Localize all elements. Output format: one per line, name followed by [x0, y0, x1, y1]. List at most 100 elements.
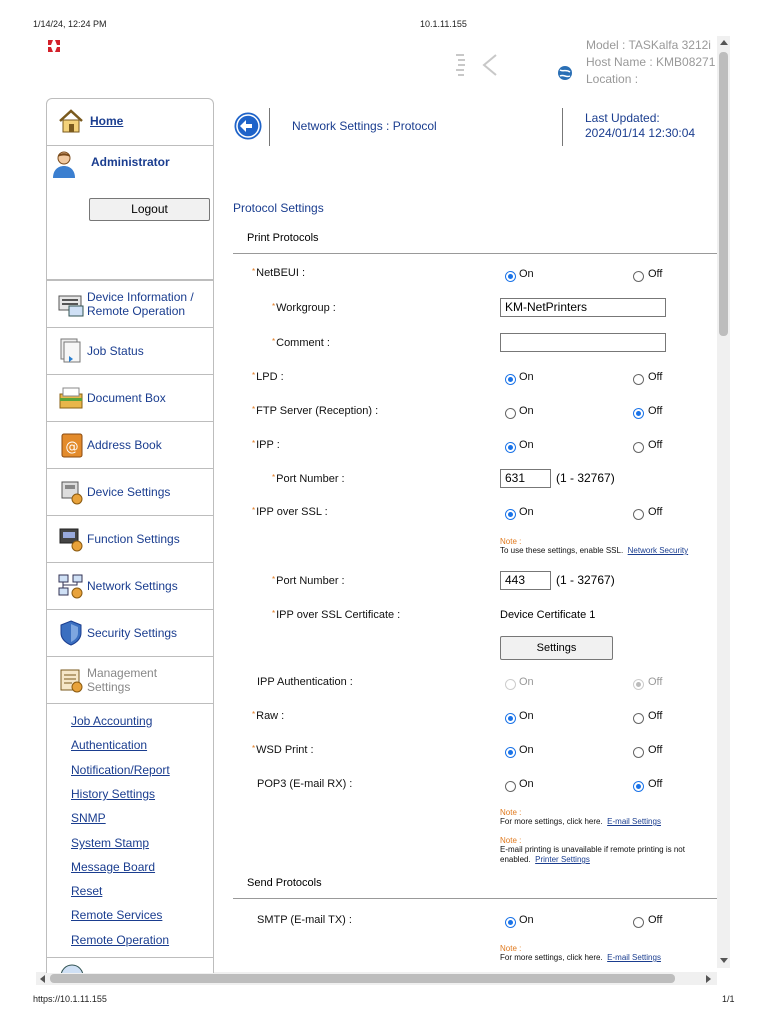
sidebar-item-management-settings[interactable]: Management Settings [47, 657, 213, 704]
submenu-notification-report[interactable]: Notification/Report [71, 763, 170, 777]
raw-on-radio[interactable] [505, 713, 516, 724]
last-updated-value: 2024/01/14 12:30:04 [585, 126, 696, 140]
ipp-ssl-off-radio[interactable] [633, 509, 644, 520]
ssl-port-range: (1 - 32767) [556, 573, 615, 587]
last-updated-label: Last Updated: [585, 111, 660, 125]
ipp-on-radio[interactable] [505, 442, 516, 453]
ssl-cert-settings-button[interactable]: Settings [500, 636, 613, 660]
comment-input[interactable] [500, 333, 666, 352]
ipp-auth-on-label: On [519, 676, 534, 688]
workgroup-input[interactable]: KM-NetPrinters [500, 298, 666, 317]
sidebar-item-label: Function Settings [87, 532, 180, 546]
lpd-on-radio[interactable] [505, 374, 516, 385]
sidebar-item-device-information[interactable]: Device Information / Remote Operation [47, 281, 213, 328]
horizontal-scroll-thumb[interactable] [50, 974, 675, 983]
submenu-job-accounting[interactable]: Job Accounting [71, 714, 152, 728]
address-book-icon: @ [57, 431, 85, 459]
print-datetime: 1/14/24, 12:24 PM [33, 19, 107, 29]
logout-button[interactable]: Logout [89, 198, 210, 221]
smtp-email-settings-link[interactable]: E-mail Settings [607, 953, 661, 962]
ftp-server-on-label: On [519, 405, 534, 417]
scroll-down-icon[interactable] [720, 958, 728, 963]
sidebar-item-label: Management Settings [87, 666, 158, 694]
print-footer-url: https://10.1.11.155 [33, 994, 107, 1004]
sidebar-item-function-settings[interactable]: Function Settings [47, 516, 213, 563]
netbeui-on-radio[interactable] [505, 271, 516, 282]
submenu-reset[interactable]: Reset [71, 884, 102, 898]
scroll-up-icon[interactable] [720, 40, 728, 45]
wsd-print-off-radio[interactable] [633, 747, 644, 758]
netbeui-off-radio[interactable] [633, 271, 644, 282]
ipp-off-radio[interactable] [633, 442, 644, 453]
vertical-scroll-thumb[interactable] [719, 52, 728, 336]
ssl-port-input[interactable]: 443 [500, 571, 551, 590]
pop3-note-title: Note : [500, 808, 522, 817]
breadcrumb: Network Settings : Protocol [292, 119, 437, 133]
comment-label: *Comment : [272, 337, 330, 349]
submenu-remote-operation[interactable]: Remote Operation [71, 933, 169, 947]
device-location: Location : [586, 72, 639, 86]
raw-off-radio[interactable] [633, 713, 644, 724]
sidebar-home[interactable]: Home [47, 99, 213, 146]
wsd-print-label: *WSD Print : [252, 744, 314, 756]
workgroup-label: *Workgroup : [272, 302, 336, 314]
sidebar-item-device-settings[interactable]: Device Settings [47, 469, 213, 516]
scroll-left-icon[interactable] [40, 975, 45, 983]
submenu-history-settings[interactable]: History Settings [71, 787, 155, 801]
svg-text:@: @ [66, 440, 79, 455]
sidebar-item-label: Job Status [87, 344, 144, 358]
sidebar-item-label: Network Settings [87, 579, 178, 593]
sidebar-item-document-box[interactable]: Document Box [47, 375, 213, 422]
sidebar-item-security-settings[interactable]: Security Settings [47, 610, 213, 657]
ssl-cert-label: *IPP over SSL Certificate : [272, 609, 401, 621]
vertical-scrollbar[interactable] [717, 36, 730, 968]
sidebar-item-label: Document Box [87, 391, 166, 405]
sidebar-item-label: Address Book [87, 438, 162, 452]
header-divider [562, 108, 563, 146]
network-security-link[interactable]: Network Security [628, 546, 688, 555]
submenu-message-board[interactable]: Message Board [71, 860, 155, 874]
email-settings-link[interactable]: E-mail Settings [607, 817, 661, 826]
ftp-server-on-radio[interactable] [505, 408, 516, 419]
ipp-auth-on-radio[interactable] [505, 679, 516, 690]
raw-label: *Raw : [252, 710, 285, 722]
ipp-ssl-note-title: Note : [500, 537, 522, 546]
printer-settings-link[interactable]: Printer Settings [535, 855, 590, 864]
pop3-on-radio[interactable] [505, 781, 516, 792]
submenu-system-stamp[interactable]: System Stamp [71, 836, 149, 850]
device-host-name: Host Name : KMB08271 [586, 55, 716, 69]
submenu-remote-services[interactable]: Remote Services [71, 908, 162, 922]
home-link[interactable]: Home [90, 114, 123, 128]
back-button[interactable] [233, 111, 263, 141]
smtp-on-radio[interactable] [505, 917, 516, 928]
ipp-ssl-on-radio[interactable] [505, 509, 516, 520]
print-protocols-heading: Print Protocols [247, 232, 319, 244]
ipp-port-input[interactable]: 631 [500, 469, 551, 488]
management-settings-icon [57, 666, 85, 694]
smtp-off-label: Off [648, 914, 663, 926]
smtp-off-radio[interactable] [633, 917, 644, 928]
scroll-right-icon[interactable] [706, 975, 711, 983]
ipp-port-range: (1 - 32767) [556, 471, 615, 485]
ipp-auth-off-radio[interactable] [633, 679, 644, 690]
sidebar-item-network-settings[interactable]: Network Settings [47, 563, 213, 610]
ftp-server-off-radio[interactable] [633, 408, 644, 419]
lpd-off-radio[interactable] [633, 374, 644, 385]
smtp-on-label: On [519, 914, 534, 926]
sidebar-item-address-book[interactable]: @ Address Book [47, 422, 213, 469]
submenu-authentication[interactable]: Authentication [71, 738, 147, 752]
submenu-snmp[interactable]: SNMP [71, 811, 106, 825]
job-status-icon [57, 337, 85, 365]
wsd-print-on-radio[interactable] [505, 747, 516, 758]
wsd-print-off-label: Off [648, 744, 663, 756]
ssl-port-label: *Port Number : [272, 575, 345, 587]
header-decoration-icon [452, 52, 500, 78]
pop3-off-radio[interactable] [633, 781, 644, 792]
netbeui-off-label: Off [648, 268, 663, 280]
sidebar-user-block: Administrator Logout [47, 145, 213, 280]
pop3-note2: E-mail printing is unavailable if remote… [500, 845, 685, 864]
sidebar-item-label: Security Settings [87, 626, 178, 640]
ipp-off-label: Off [648, 439, 663, 451]
horizontal-scrollbar[interactable] [36, 972, 717, 985]
sidebar-item-job-status[interactable]: Job Status [47, 328, 213, 375]
